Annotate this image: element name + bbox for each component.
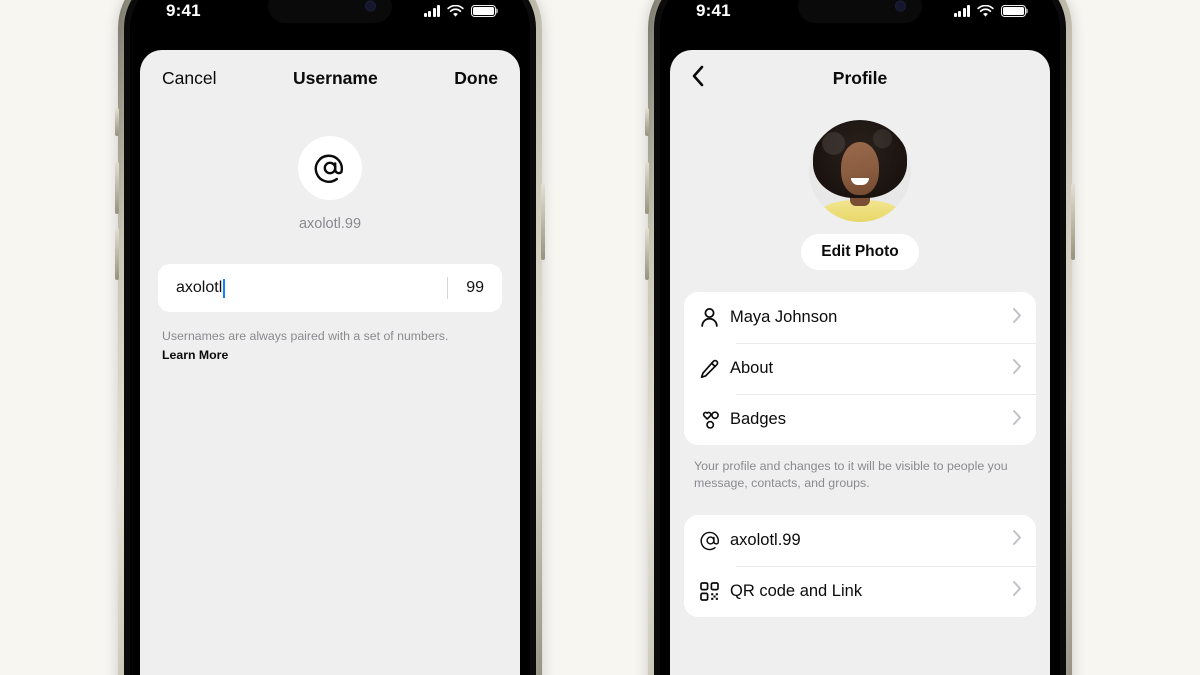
volume-down-button[interactable] bbox=[645, 228, 649, 280]
status-bar-right: 9:41 bbox=[660, 0, 1060, 32]
row-label-name: Maya Johnson bbox=[730, 308, 838, 326]
face-id-sensor-icon bbox=[365, 0, 376, 12]
row-badges[interactable]: Badges bbox=[684, 394, 1036, 445]
volume-up-button[interactable] bbox=[645, 162, 649, 214]
at-sign-icon bbox=[314, 154, 344, 183]
profile-photo-block: Edit Photo bbox=[670, 120, 1050, 270]
avatar bbox=[298, 136, 362, 200]
username-number-suffix: 99 bbox=[466, 279, 484, 296]
status-time: 9:41 bbox=[696, 1, 731, 20]
text-caret bbox=[223, 278, 226, 298]
edit-photo-button[interactable]: Edit Photo bbox=[801, 234, 919, 270]
username-help: Usernames are always paired with a set o… bbox=[162, 328, 498, 364]
chevron-right-icon bbox=[1012, 409, 1022, 431]
row-qr-code[interactable]: QR code and Link bbox=[684, 565, 1036, 617]
profile-secondary-card: axolotl.99 QR code and Link bbox=[684, 514, 1036, 617]
status-indicators bbox=[953, 4, 1026, 18]
chevron-right-icon bbox=[1012, 529, 1022, 551]
status-bar-left: 9:41 bbox=[130, 0, 530, 32]
chevron-right-icon bbox=[1012, 358, 1022, 380]
back-button[interactable] bbox=[690, 64, 706, 93]
sheet-navigation-bar: Cancel Username Done bbox=[140, 50, 520, 106]
power-button[interactable] bbox=[1071, 184, 1075, 260]
username-sheet: Cancel Username Done axolotl.99 axolotl … bbox=[140, 50, 520, 675]
volume-up-button[interactable] bbox=[115, 162, 119, 214]
row-label-qr-code: QR code and Link bbox=[730, 581, 863, 600]
wifi-icon bbox=[447, 4, 464, 17]
cellular-bars-icon bbox=[953, 5, 970, 17]
row-label-about: About bbox=[730, 359, 774, 377]
device-screen-right: 9:41 Profile Edit Photo Maya Johnson Abo… bbox=[660, 0, 1060, 675]
row-label-username: axolotl.99 bbox=[730, 530, 801, 549]
pencil-icon bbox=[700, 359, 730, 379]
wifi-icon bbox=[977, 4, 994, 17]
row-name[interactable]: Maya Johnson bbox=[684, 292, 1036, 343]
status-indicators bbox=[423, 4, 496, 18]
help-text: Usernames are always paired with a set o… bbox=[162, 329, 449, 343]
status-time: 9:41 bbox=[166, 1, 201, 20]
face-id-sensor-icon bbox=[895, 0, 906, 12]
cancel-button[interactable]: Cancel bbox=[162, 68, 216, 89]
learn-more-link[interactable]: Learn More bbox=[162, 348, 228, 362]
current-handle-label: axolotl.99 bbox=[298, 216, 362, 232]
badges-icon bbox=[700, 410, 730, 430]
phone-left-username: 9:41 Cancel Username Done axolotl.99 axo… bbox=[115, 0, 545, 675]
page-title: Username bbox=[293, 67, 378, 88]
battery-full-icon bbox=[471, 4, 496, 18]
profile-photo[interactable] bbox=[809, 120, 911, 222]
profile-page: Profile Edit Photo Maya Johnson About Ba… bbox=[670, 50, 1050, 675]
at-sign-icon bbox=[700, 530, 730, 551]
photo-face bbox=[840, 142, 880, 196]
row-username[interactable]: axolotl.99 bbox=[684, 515, 1036, 566]
username-input[interactable]: axolotl 99 bbox=[158, 264, 502, 312]
done-button[interactable]: Done bbox=[454, 68, 498, 89]
profile-navigation-bar: Profile bbox=[670, 50, 1050, 106]
username-input-value[interactable]: axolotl bbox=[176, 278, 226, 298]
chevron-left-icon bbox=[692, 65, 704, 86]
device-screen-left: 9:41 Cancel Username Done axolotl.99 axo… bbox=[130, 0, 530, 675]
power-button[interactable] bbox=[541, 184, 545, 260]
phone-right-profile: 9:41 Profile Edit Photo Maya Johnson Abo… bbox=[645, 0, 1075, 675]
username-avatar-block: axolotl.99 bbox=[140, 136, 520, 232]
silent-switch[interactable] bbox=[115, 108, 119, 136]
row-label-badges: Badges bbox=[730, 410, 786, 428]
username-input-text: axolotl bbox=[176, 279, 223, 296]
screenshot-stage: 9:41 Cancel Username Done axolotl.99 axo… bbox=[0, 0, 1200, 675]
input-divider bbox=[447, 277, 449, 299]
qr-code-icon bbox=[700, 581, 730, 601]
row-about[interactable]: About bbox=[684, 343, 1036, 394]
silent-switch[interactable] bbox=[645, 108, 649, 136]
dynamic-island bbox=[268, 0, 392, 23]
person-icon bbox=[700, 307, 730, 328]
cellular-bars-icon bbox=[423, 5, 440, 17]
profile-footer-note: Your profile and changes to it will be v… bbox=[694, 459, 1008, 491]
dynamic-island bbox=[798, 0, 922, 23]
volume-down-button[interactable] bbox=[115, 228, 119, 280]
profile-primary-card: Maya Johnson About Badges bbox=[684, 292, 1036, 445]
chevron-right-icon bbox=[1012, 307, 1022, 329]
page-title: Profile bbox=[832, 67, 888, 88]
battery-full-icon bbox=[1001, 4, 1026, 18]
chevron-right-icon bbox=[1012, 580, 1022, 602]
